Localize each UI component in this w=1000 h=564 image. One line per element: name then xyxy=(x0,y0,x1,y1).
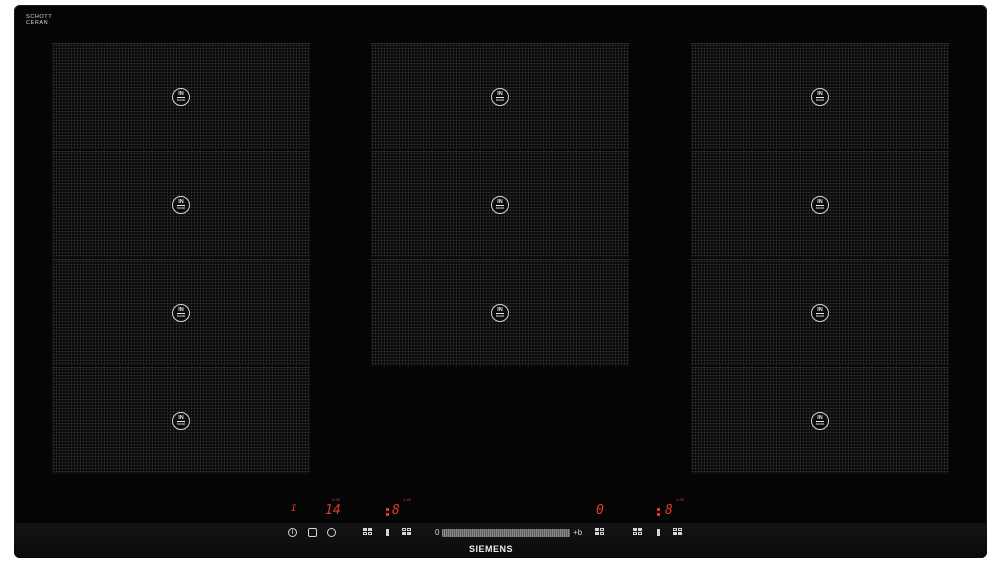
cooking-zone-right-4[interactable]: IN boost xyxy=(691,367,949,474)
induction-boost-icon: IN boost xyxy=(811,304,829,322)
flex-zone-icon[interactable] xyxy=(595,528,604,535)
timer-icon[interactable] xyxy=(327,528,336,537)
cooking-zone-left-2[interactable]: IN boost xyxy=(52,151,310,258)
flex-zone-icon[interactable] xyxy=(673,528,682,535)
cooking-zone-left-4[interactable]: IN boost xyxy=(52,367,310,474)
cooking-zone-right-1[interactable]: IN boost xyxy=(691,43,949,150)
induction-boost-icon: IN boost xyxy=(172,88,190,106)
brand-logo: SIEMENS xyxy=(469,544,514,554)
induction-cooktop: SCHOTT CERAN IN boost IN boost IN boost IN b… xyxy=(14,5,987,558)
cooking-zone-right-2[interactable]: IN boost xyxy=(691,151,949,258)
zone-select-icon[interactable] xyxy=(386,529,389,536)
right-zone-indicator-dot xyxy=(657,508,660,511)
induction-boost-icon: IN boost xyxy=(491,88,509,106)
induction-boost-icon: IN boost xyxy=(811,412,829,430)
child-lock-icon[interactable] xyxy=(308,528,317,537)
left-timer-display: 14 xyxy=(325,503,341,518)
info-icon[interactable]: i xyxy=(288,528,297,537)
cooking-zone-middle-2[interactable]: IN boost xyxy=(371,151,629,258)
left-zone-small-display: 1-00 xyxy=(403,498,412,502)
induction-boost-icon: IN boost xyxy=(491,196,509,214)
slider-max-label: +b xyxy=(573,528,583,537)
cooking-zone-middle-1[interactable]: IN boost xyxy=(371,43,629,150)
slider-min-label: 0 xyxy=(435,528,440,537)
left-zone-level-display: 8 xyxy=(392,503,400,518)
right-zone-indicator-dot xyxy=(657,513,660,516)
left-zone-marker: I xyxy=(291,504,297,514)
induction-boost-icon: IN boost xyxy=(811,88,829,106)
flex-zone-icon[interactable] xyxy=(363,528,372,535)
zone-select-icon[interactable] xyxy=(657,529,660,536)
flex-zone-icon[interactable] xyxy=(402,528,411,535)
cooking-zone-left-1[interactable]: IN boost xyxy=(52,43,310,150)
flex-zone-icon[interactable] xyxy=(633,528,642,535)
induction-boost-icon: IN boost xyxy=(172,412,190,430)
right-zone-level-display: 8 xyxy=(665,503,673,518)
induction-boost-icon: IN boost xyxy=(811,196,829,214)
right-zone-small-display: 1-00 xyxy=(676,498,685,502)
glass-mark-line2: CERAN xyxy=(26,19,49,26)
induction-boost-icon: IN boost xyxy=(172,196,190,214)
glass-maker-mark: SCHOTT CERAN xyxy=(26,14,52,28)
cooking-zone-right-3[interactable]: IN boost xyxy=(691,259,949,366)
left-zone-indicator-dot xyxy=(386,513,389,516)
cooking-zone-left-3[interactable]: IN boost xyxy=(52,259,310,366)
cooking-zone-middle-3[interactable]: IN boost xyxy=(371,259,629,366)
power-slider[interactable] xyxy=(442,529,570,537)
induction-boost-icon: IN boost xyxy=(491,304,509,322)
right-timer-display: 0 xyxy=(596,503,604,518)
left-zone-indicator-dot xyxy=(386,508,389,511)
induction-boost-icon: IN boost xyxy=(172,304,190,322)
